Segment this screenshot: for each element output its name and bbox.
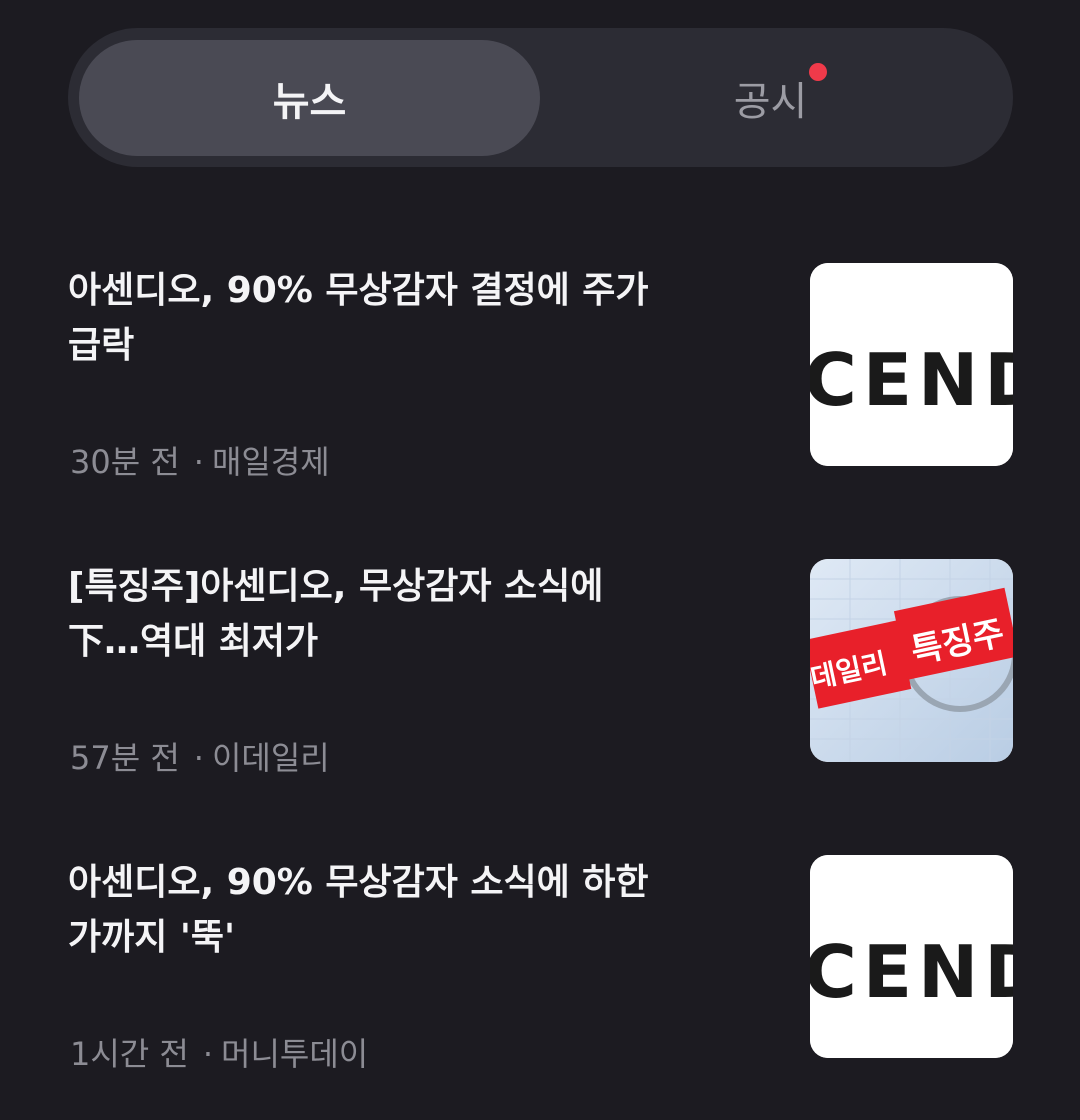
news-time: 57분 전 xyxy=(70,739,180,777)
meta-separator: · xyxy=(193,739,204,777)
news-meta: 57분 전 · 이데일리 xyxy=(70,733,330,779)
svg-text:CEND: CEND xyxy=(810,338,1013,422)
news-thumbnail: 특징주 데일리 xyxy=(810,559,1013,762)
news-item[interactable]: 아센디오, 90% 무상감자 소식에 하한 가까지 '뚝' 1시간 전 · 머니투데… xyxy=(0,855,1080,1073)
ascendio-logo-thumbnail: CEND xyxy=(810,263,1013,466)
tab-news-label: 뉴스 xyxy=(272,79,347,125)
news-item[interactable]: 아센디오, 90% 무상감자 결정에 주가 급락 30분 전 ·매일경제 CEND xyxy=(0,263,1080,481)
news-notice-tab-bar: 뉴스 공시 xyxy=(68,28,1013,167)
news-source: 매일경제 xyxy=(211,443,330,481)
news-time: 30분 전 xyxy=(70,443,180,481)
news-time: 1시간 전 xyxy=(70,1035,189,1073)
news-headline: 아센디오, 90% 무상감자 소식에 하한 가까지 '뚝' xyxy=(68,862,649,958)
news-headline: 아센디오, 90% 무상감자 결정에 주가 급락 xyxy=(68,270,649,366)
news-item[interactable]: [특징주]아센디오, 무상감자 소식에 下…역대 최저가 57분 전 · 이데일리 xyxy=(0,559,1080,777)
meta-separator: · xyxy=(193,443,204,481)
news-meta: 1시간 전 · 머니투데이 xyxy=(70,1029,368,1075)
svg-text:CEND: CEND xyxy=(810,930,1013,1014)
tab-news[interactable]: 뉴스 xyxy=(79,40,540,156)
news-thumbnail: CEND xyxy=(810,263,1013,466)
tab-notice-text: 공시 xyxy=(733,79,808,125)
featured-stock-thumbnail: 특징주 데일리 xyxy=(810,559,1013,762)
meta-separator: · xyxy=(202,1035,214,1073)
news-thumbnail: CEND xyxy=(810,855,1013,1058)
new-notification-dot-icon xyxy=(809,63,828,81)
news-meta: 30분 전 · 매일경제 xyxy=(70,437,330,483)
tab-notice[interactable]: 공시 xyxy=(540,40,1001,156)
news-source: 이데일리 xyxy=(211,739,330,777)
tab-notice-label: 공시 xyxy=(733,63,828,127)
news-source: 머니투데이 xyxy=(221,1035,369,1073)
ascendio-logo-thumbnail: CEND xyxy=(810,855,1013,1058)
news-headline: [특징주]아센디오, 무상감자 소식에 下…역대 최저가 xyxy=(68,566,604,662)
